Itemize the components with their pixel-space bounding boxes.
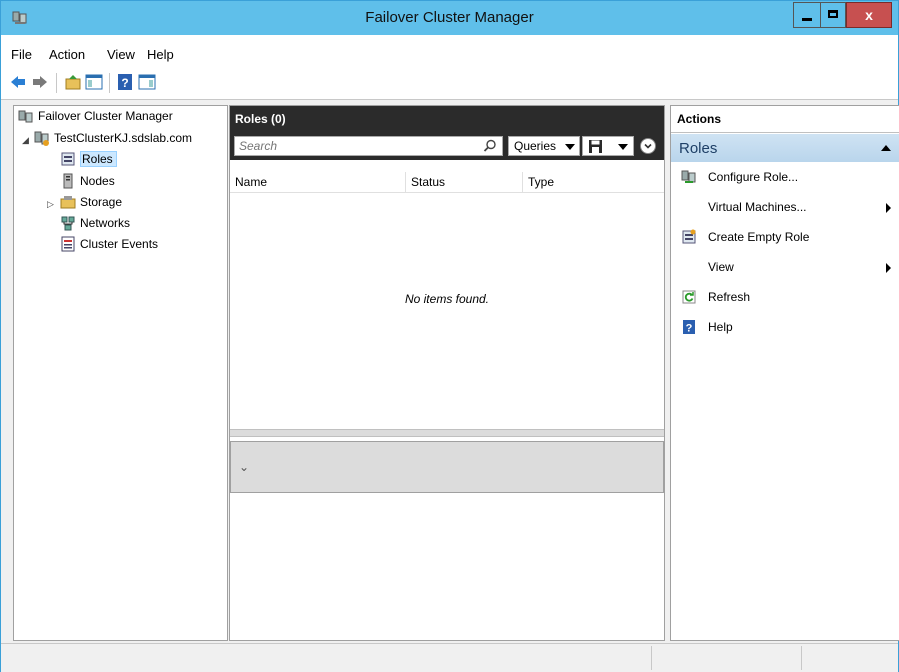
action-configure-role[interactable]: Configure Role...	[671, 164, 899, 192]
action-configure-role-label: Configure Role...	[708, 170, 799, 184]
app-window: Failover Cluster Manager x File Action V…	[0, 0, 899, 672]
toolbar-separator	[109, 73, 110, 93]
column-header-name[interactable]: Name	[235, 175, 267, 192]
toolbar-separator	[56, 73, 57, 93]
queries-label: Queries	[514, 139, 557, 153]
tree-cluster-node[interactable]: TestClusterKJ.sdslab.com	[34, 130, 192, 146]
chevron-down-icon	[618, 144, 628, 150]
svg-text:?: ?	[121, 76, 128, 90]
maximize-button[interactable]	[820, 2, 846, 28]
action-view[interactable]: View	[671, 254, 899, 282]
save-query-button[interactable]	[582, 136, 634, 156]
column-headers: Name Status Type	[230, 172, 664, 193]
action-virtual-machines-label: Virtual Machines...	[708, 200, 807, 214]
action-help-label: Help	[708, 320, 733, 334]
back-arrow-icon[interactable]	[9, 73, 27, 91]
chevron-down-icon[interactable]: ⌄	[239, 460, 249, 474]
toolbar: ?	[1, 67, 898, 100]
roles-header-title: Roles (0)	[235, 112, 286, 126]
action-create-empty-role[interactable]: Create Empty Role	[671, 224, 899, 252]
networks-icon	[61, 216, 75, 231]
search-box[interactable]	[234, 136, 503, 156]
actions-section-roles[interactable]: Roles	[671, 134, 899, 162]
close-button[interactable]: x	[846, 2, 892, 28]
action-create-empty-role-label: Create Empty Role	[708, 230, 810, 244]
status-separator	[801, 646, 802, 670]
action-refresh[interactable]: Refresh	[671, 284, 899, 312]
queries-button[interactable]: Queries	[508, 136, 580, 156]
tree-root-label: Failover Cluster Manager	[38, 109, 173, 123]
column-header-type[interactable]: Type	[528, 175, 554, 192]
console-tree: Failover Cluster Manager ◢ TestClusterKJ…	[13, 105, 228, 641]
svg-text:?: ?	[686, 323, 693, 335]
search-icon[interactable]	[483, 139, 497, 153]
menu-bar: File Action View Help	[1, 35, 898, 67]
help-icon[interactable]: ?	[116, 73, 134, 91]
actions-pane: Actions Roles Configure Role... Virtual …	[670, 105, 899, 641]
configure-role-icon	[681, 170, 696, 183]
search-input[interactable]	[235, 137, 473, 155]
column-separator[interactable]	[405, 172, 406, 192]
actions-divider	[671, 132, 899, 133]
action-refresh-label: Refresh	[708, 290, 751, 304]
tree-item-networks[interactable]: Networks	[60, 215, 130, 231]
tree-item-cluster-events-label: Cluster Events	[80, 237, 159, 251]
roles-header: Roles (0)	[230, 106, 664, 132]
show-hide-action-pane-icon[interactable]	[138, 73, 156, 91]
actions-section-label: Roles	[679, 140, 718, 157]
menu-action[interactable]: Action	[49, 47, 85, 62]
cluster-events-icon	[61, 236, 75, 252]
roles-pane: Roles (0) Queries	[229, 105, 665, 641]
action-virtual-machines[interactable]: Virtual Machines...	[671, 194, 899, 222]
menu-view[interactable]: View	[107, 47, 135, 62]
collapse-section-icon[interactable]	[881, 145, 891, 151]
column-header-status[interactable]: Status	[411, 175, 445, 192]
title-bar[interactable]: Failover Cluster Manager x	[1, 1, 898, 35]
submenu-arrow-icon	[886, 263, 891, 273]
storage-icon	[60, 196, 76, 209]
refresh-icon	[682, 290, 696, 304]
expand-collapse-button[interactable]	[640, 138, 656, 154]
tree-cluster-label: TestClusterKJ.sdslab.com	[54, 131, 193, 145]
window-title: Failover Cluster Manager	[365, 9, 534, 26]
create-empty-role-icon	[682, 229, 696, 244]
tree-item-networks-label: Networks	[80, 216, 131, 230]
minimize-button[interactable]	[793, 2, 820, 28]
search-bar: Queries	[230, 132, 664, 160]
details-pane-header[interactable]: ⌄	[230, 441, 664, 493]
save-icon	[589, 140, 602, 153]
collapse-arrow-icon[interactable]: ◢	[22, 135, 29, 146]
up-folder-icon[interactable]	[64, 73, 82, 91]
menu-file[interactable]: File	[11, 47, 32, 62]
status-bar	[1, 643, 898, 672]
cluster-manager-icon	[18, 110, 33, 123]
tree-item-roles-label: Roles	[80, 151, 117, 167]
empty-list-message: No items found.	[404, 292, 490, 306]
tree-item-roles[interactable]: Roles	[60, 151, 117, 167]
menu-help[interactable]: Help	[147, 47, 174, 62]
tree-item-storage[interactable]: Storage	[60, 194, 122, 210]
action-view-label: View	[708, 260, 734, 274]
roles-icon	[61, 152, 75, 166]
tree-item-storage-label: Storage	[80, 195, 123, 209]
cluster-icon	[34, 131, 49, 146]
action-help[interactable]: ? Help	[671, 314, 899, 342]
help-icon: ?	[683, 320, 695, 335]
chevron-down-icon	[644, 143, 652, 149]
pane-splitter[interactable]	[230, 429, 664, 437]
tree-item-cluster-events[interactable]: Cluster Events	[60, 236, 158, 252]
status-separator	[651, 646, 652, 670]
tree-root-failover-cluster-manager[interactable]: Failover Cluster Manager	[18, 108, 173, 124]
close-icon: x	[865, 7, 873, 23]
submenu-arrow-icon	[886, 203, 891, 213]
expand-arrow-icon[interactable]: ▷	[47, 199, 54, 210]
nodes-icon	[63, 173, 73, 189]
tree-item-nodes-label: Nodes	[80, 174, 115, 188]
forward-arrow-icon[interactable]	[31, 73, 49, 91]
column-separator[interactable]	[522, 172, 523, 192]
actions-title: Actions	[677, 112, 722, 126]
tree-item-nodes[interactable]: Nodes	[60, 173, 115, 189]
chevron-down-icon	[565, 144, 575, 150]
show-hide-console-tree-icon[interactable]	[85, 73, 103, 91]
